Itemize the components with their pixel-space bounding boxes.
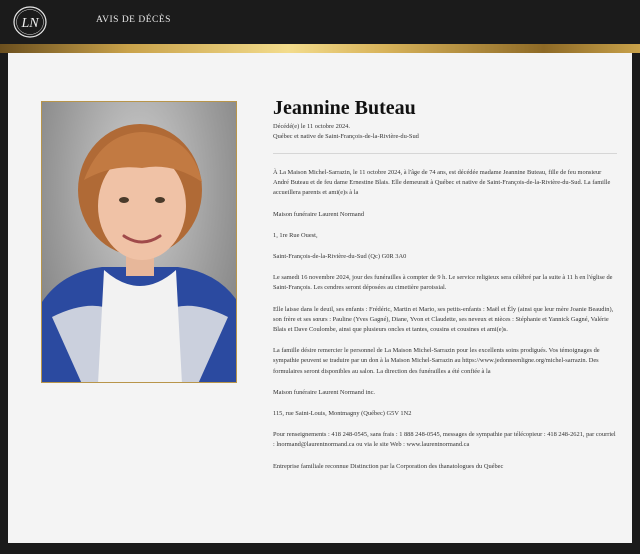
death-date: Décédé(e) le 11 octobre 2024. [273,123,350,130]
top-bar: LN AVIS DE DÉCÈS [0,0,640,44]
paragraph-funeral-home: Maison funéraire Laurent Normand inc. [273,388,376,396]
page-header-title: AVIS DE DÉCÈS [96,15,171,25]
paragraph-funeral-home-address: 115, rue Saint-Louis, Montmagny (Québec)… [273,410,412,418]
paragraph-survivors: Elle laisse dans le deuil, ses enfants :… [273,305,614,334]
funeral-home-logo[interactable]: LN [12,5,48,39]
deceased-name: Jeannine Buteau [273,97,416,119]
logo-text: LN [20,16,39,31]
portrait-photo [41,101,237,383]
content-divider [273,153,617,154]
paragraph-distinction: Entreprise familiale reconnue Distinctio… [273,462,504,470]
origin-line: Québec et native de Saint-François-de-la… [273,132,419,140]
paragraph-venue-street: 1, 1re Rue Ouest, [273,231,318,239]
paragraph-funeral-service: Le samedi 16 novembre 2024, jour des fun… [273,274,613,292]
paragraph-thanks-donations: La famille désire remercier le personnel… [273,347,600,375]
gold-divider-bar [0,44,640,53]
paragraph-contact-info: Pour renseignements : 418 248-0545, sans… [273,431,616,449]
portrait-illustration [42,124,236,382]
paragraph-venue-city: Saint-François-de-la-Rivière-du-Sud (Qc)… [273,253,407,261]
obituary-content: Jeannine Buteau Décédé(e) le 11 octobre … [273,97,631,483]
paragraph-announcement: À La Maison Michel-Sarrazin, le 11 octob… [273,169,611,197]
paragraph-venue-name: Maison funéraire Laurent Normand [273,210,365,218]
